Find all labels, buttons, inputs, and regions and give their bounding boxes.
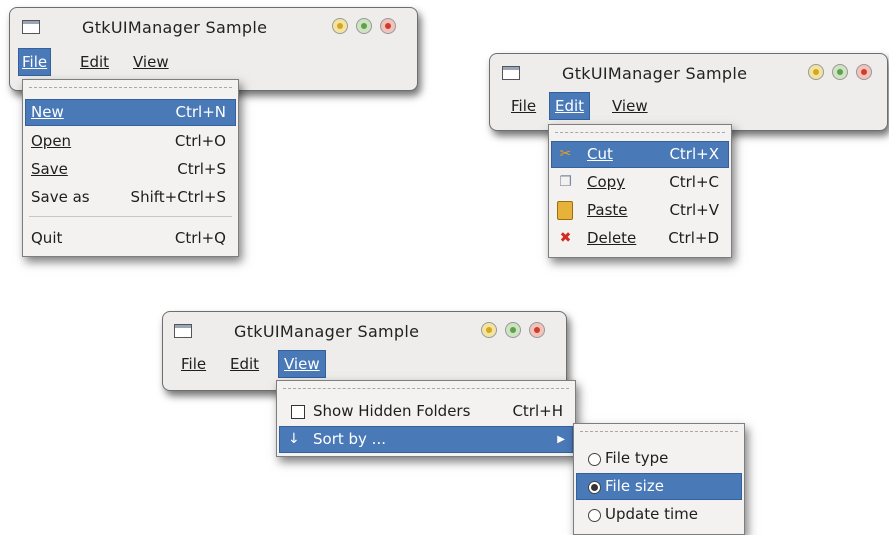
close-button[interactable] [529, 322, 545, 338]
window-title: GtkUIManager Sample [562, 64, 748, 83]
menu-separator [29, 216, 232, 217]
window-icon[interactable] [22, 20, 40, 34]
menu-item-delete[interactable]: ✖ Delete Ctrl+D [551, 225, 729, 252]
menu-file[interactable]: File [177, 350, 210, 378]
tearoff-line[interactable] [29, 87, 232, 88]
file-dropdown: New Ctrl+N Open Ctrl+O Save Ctrl+S Save … [22, 79, 239, 257]
minimize-button[interactable] [332, 18, 348, 34]
menu-item-file-type[interactable]: File type [576, 445, 742, 472]
menu-edit[interactable]: Edit [549, 92, 591, 120]
view-dropdown: Show Hidden Folders Ctrl+H ↓ Sort by ...… [276, 380, 576, 457]
scissors-icon: ✂ [559, 146, 572, 162]
menu-item-copy[interactable]: ❐ Copy Ctrl+C [551, 169, 729, 196]
sort-submenu: File type File size Update time [573, 423, 745, 535]
maximize-button[interactable] [832, 64, 848, 80]
menu-view[interactable]: View [129, 48, 173, 76]
titlebar[interactable]: GtkUIManager Sample [10, 8, 417, 46]
menu-item-save[interactable]: Save Ctrl+S [25, 156, 236, 183]
maximize-button[interactable] [505, 322, 521, 338]
submenu-arrow-icon: ▶ [557, 434, 565, 445]
menu-item-file-size[interactable]: File size [576, 473, 742, 500]
paste-icon [557, 201, 573, 220]
menu-view[interactable]: View [608, 92, 652, 120]
window-title: GtkUIManager Sample [234, 322, 420, 341]
checkbox[interactable] [291, 405, 305, 419]
menu-item-save-as[interactable]: Save as Shift+Ctrl+S [25, 184, 236, 211]
window-view-menu: GtkUIManager Sample File Edit View [162, 311, 567, 391]
minimize-button[interactable] [481, 322, 497, 338]
window-title: GtkUIManager Sample [82, 18, 268, 37]
menu-item-sort-by[interactable]: ↓ Sort by ... ▶ [279, 426, 573, 453]
tearoff-line[interactable] [580, 431, 738, 432]
sort-descending-icon: ↓ [288, 431, 300, 447]
edit-dropdown: ✂ Cut Ctrl+X ❐ Copy Ctrl+C Paste Ctrl+V … [548, 124, 732, 258]
radio-button[interactable] [588, 481, 601, 494]
minimize-button[interactable] [808, 64, 824, 80]
menu-file[interactable]: File [507, 92, 540, 120]
menu-view[interactable]: View [278, 350, 326, 378]
menu-item-open[interactable]: Open Ctrl+O [25, 128, 236, 155]
delete-icon: ✖ [559, 230, 572, 246]
radio-button[interactable] [588, 453, 601, 466]
window-icon[interactable] [174, 324, 192, 338]
titlebar[interactable]: GtkUIManager Sample [163, 312, 566, 350]
copy-icon: ❐ [559, 174, 572, 190]
radio-button[interactable] [588, 509, 601, 522]
menu-file[interactable]: File [18, 48, 52, 76]
window-icon[interactable] [502, 66, 520, 80]
tearoff-line[interactable] [283, 388, 569, 389]
menu-item-cut[interactable]: ✂ Cut Ctrl+X [551, 141, 729, 168]
titlebar[interactable]: GtkUIManager Sample [490, 54, 887, 92]
menu-edit[interactable]: Edit [226, 350, 263, 378]
menu-item-quit[interactable]: Quit Ctrl+Q [25, 225, 236, 252]
window-edit-menu: GtkUIManager Sample File Edit View [489, 53, 888, 131]
maximize-button[interactable] [356, 18, 372, 34]
menu-item-paste[interactable]: Paste Ctrl+V [551, 197, 729, 224]
menu-item-show-hidden-folders[interactable]: Show Hidden Folders Ctrl+H [279, 398, 573, 425]
menu-item-update-time[interactable]: Update time [576, 501, 742, 528]
menu-item-new[interactable]: New Ctrl+N [25, 99, 236, 126]
close-button[interactable] [856, 64, 872, 80]
close-button[interactable] [380, 18, 396, 34]
menu-edit[interactable]: Edit [76, 48, 113, 76]
tearoff-line[interactable] [555, 132, 725, 133]
